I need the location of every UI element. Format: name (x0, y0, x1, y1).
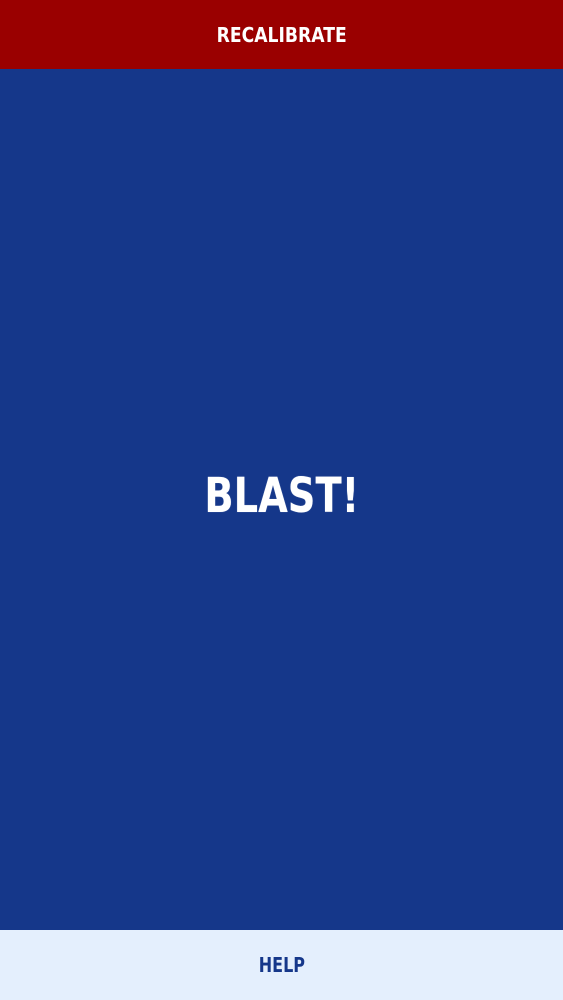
help-label: HELP (258, 953, 305, 977)
blast-button[interactable]: BLAST! (0, 69, 563, 930)
help-button[interactable]: HELP (0, 930, 563, 1000)
blast-label: BLAST! (204, 467, 359, 524)
recalibrate-button[interactable]: RECALIBRATE (0, 0, 563, 69)
app-screen: RECALIBRATE BLAST! HELP (0, 0, 563, 1000)
recalibrate-label: RECALIBRATE (216, 22, 347, 47)
